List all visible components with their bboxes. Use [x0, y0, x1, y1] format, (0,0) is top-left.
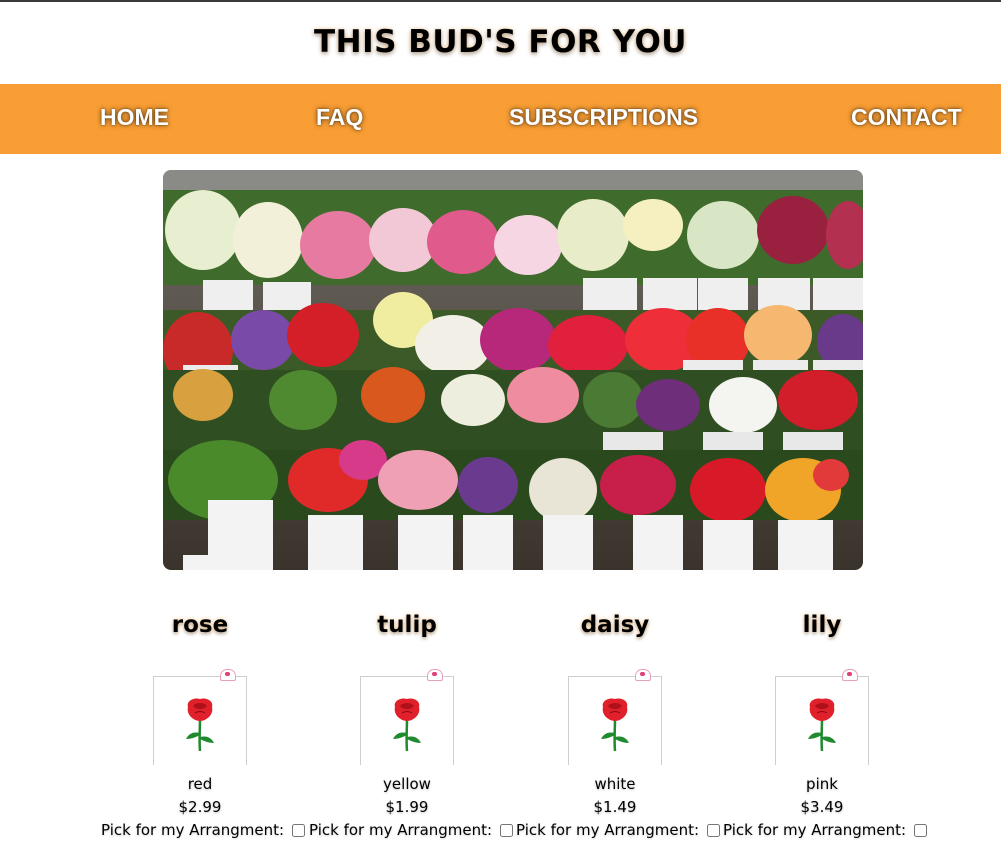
pick-tulip-checkbox[interactable]	[500, 823, 514, 837]
product-card-tulip: tulip yellow $1.99	[307, 612, 507, 819]
product-color: red	[187, 775, 213, 793]
pick-daisy-row: Pick for my Arrangment:	[516, 820, 721, 840]
rose-icon	[393, 698, 421, 751]
product-color: white	[594, 775, 636, 793]
product-name: tulip	[377, 612, 437, 638]
pick-lily-checkbox[interactable]	[914, 823, 928, 837]
product-price: $1.99	[385, 798, 429, 816]
rose-icon	[808, 698, 836, 751]
main-nav: HOME FAQ SUBSCRIPTIONS CONTACT	[0, 84, 1001, 154]
tag-icon	[842, 669, 858, 681]
product-name: daisy	[580, 612, 650, 638]
nav-home-link[interactable]: HOME	[100, 104, 169, 131]
tag-icon	[427, 669, 443, 681]
pick-daisy-checkbox[interactable]	[707, 823, 721, 837]
top-rule	[0, 0, 1001, 2]
rose-icon	[186, 698, 214, 751]
product-name: lily	[802, 612, 842, 638]
pick-tulip-row: Pick for my Arrangment:	[309, 820, 514, 840]
product-image	[568, 669, 662, 765]
product-color: pink	[806, 775, 838, 793]
site-title: THIS BUD'S FOR YOU	[314, 24, 687, 60]
nav-contact-link[interactable]: CONTACT	[851, 104, 962, 131]
tag-icon	[220, 669, 236, 681]
product-card-rose: rose red $2.99	[100, 612, 300, 819]
rose-icon	[601, 698, 629, 751]
product-card-daisy: daisy white $1.49	[515, 612, 715, 819]
pick-label: Pick for my Arrangment:	[101, 821, 285, 839]
product-name: rose	[171, 612, 229, 638]
product-color: yellow	[383, 775, 431, 793]
pick-rose-checkbox[interactable]	[292, 823, 306, 837]
nav-faq-link[interactable]: FAQ	[316, 104, 363, 131]
product-price: $1.49	[593, 798, 637, 816]
product-card-lily: lily pink $3.49	[722, 612, 922, 819]
product-price: $2.99	[178, 798, 222, 816]
product-image	[360, 669, 454, 765]
product-image	[775, 669, 869, 765]
nav-subscriptions-link[interactable]: SUBSCRIPTIONS	[509, 104, 698, 131]
product-image	[153, 669, 247, 765]
product-price: $3.49	[800, 798, 844, 816]
pick-label: Pick for my Arrangment:	[309, 821, 493, 839]
hero-flower-shop-image	[163, 170, 863, 570]
tag-icon	[635, 669, 651, 681]
pick-label: Pick for my Arrangment:	[723, 821, 907, 839]
pick-label: Pick for my Arrangment:	[516, 821, 700, 839]
pick-lily-row: Pick for my Arrangment:	[723, 820, 928, 840]
pick-rose-row: Pick for my Arrangment:	[101, 820, 306, 840]
